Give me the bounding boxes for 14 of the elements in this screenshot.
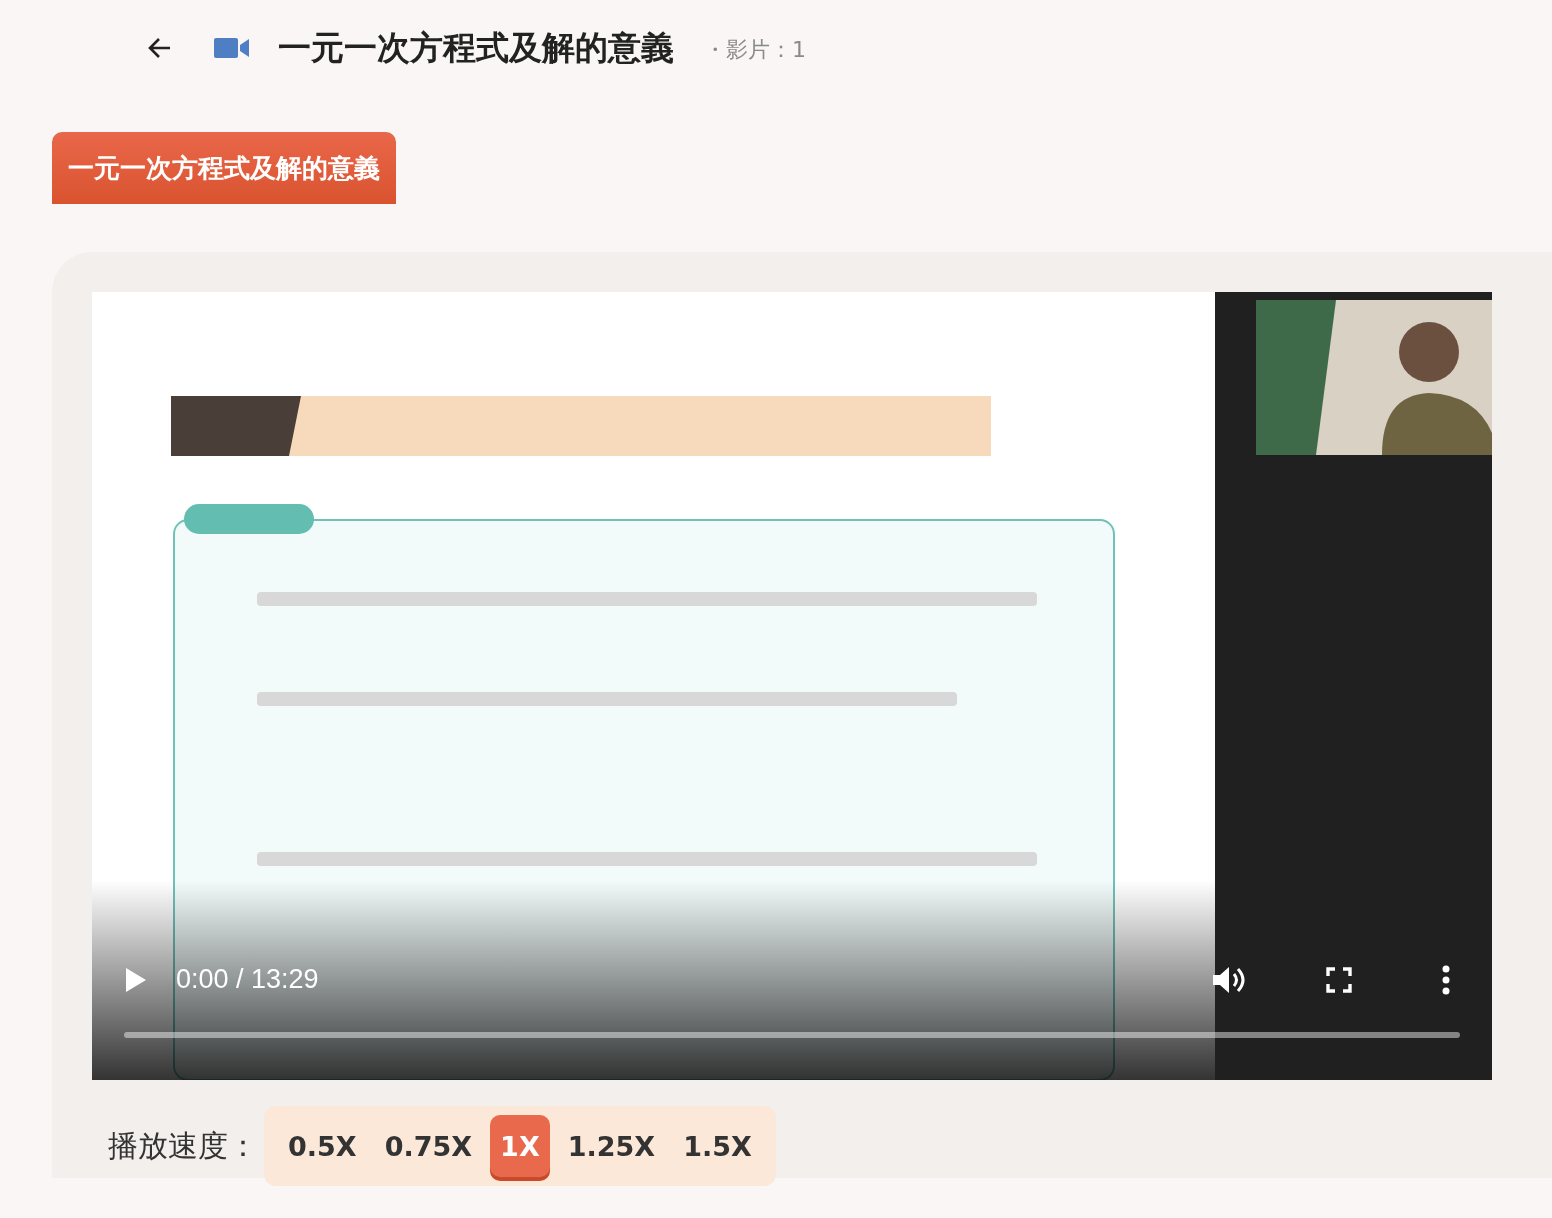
video-camera-icon: [214, 36, 250, 60]
speed-option[interactable]: 0.75X: [374, 1115, 483, 1177]
fullscreen-icon[interactable]: [1326, 966, 1352, 993]
page-title: 一元一次方程式及解的意義: [278, 26, 674, 69]
time-display: 0:00 / 13:29: [176, 964, 319, 995]
speed-option[interactable]: 1.25X: [557, 1115, 666, 1177]
volume-icon[interactable]: [1212, 964, 1246, 995]
speed-option[interactable]: 0.5X: [278, 1115, 367, 1177]
more-icon[interactable]: [1442, 964, 1450, 995]
play-icon[interactable]: [124, 966, 148, 993]
speed-label: 播放速度：: [108, 1126, 258, 1165]
speed-option[interactable]: 1.5X: [673, 1115, 762, 1177]
video-count: ・影片：1: [704, 36, 806, 64]
chapter-tab[interactable]: 一元一次方程式及解的意義: [52, 132, 396, 204]
